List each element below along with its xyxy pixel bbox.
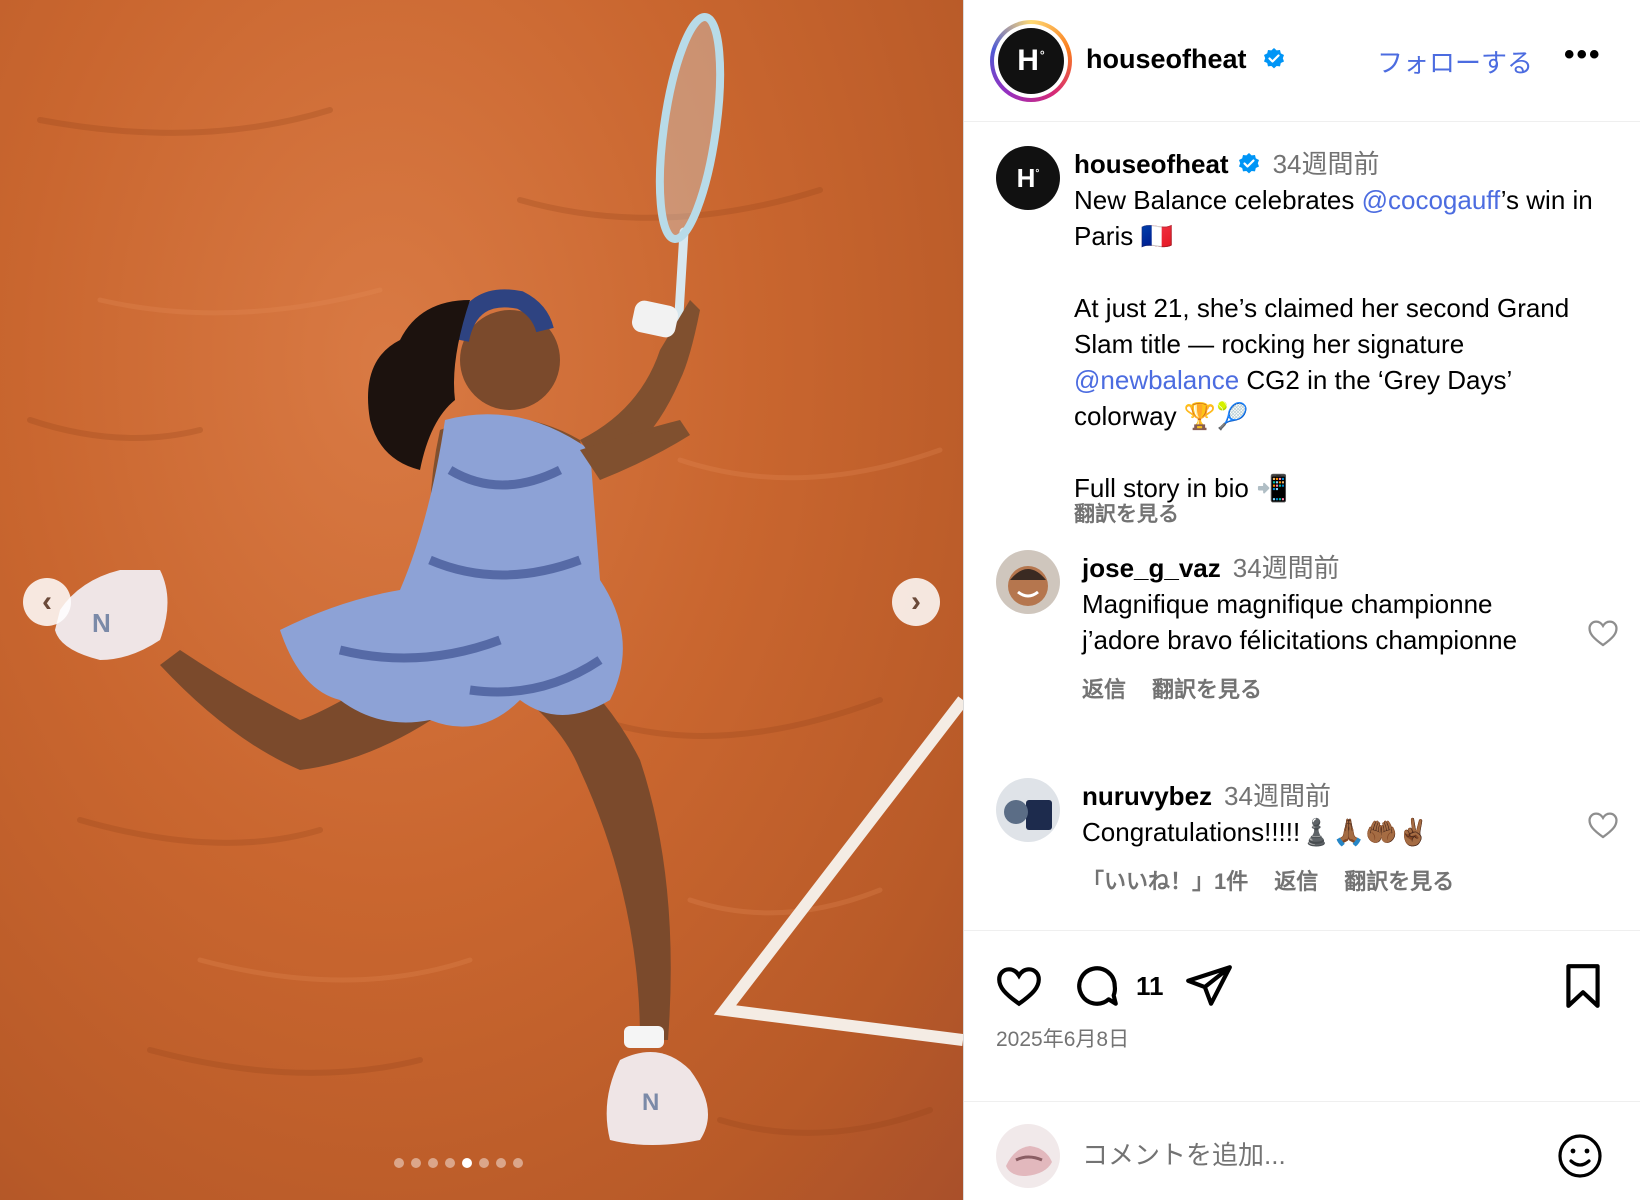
verified-icon <box>1264 48 1285 69</box>
post-actions: 11 2025年6月8日 <box>964 930 1640 1200</box>
svg-text:N: N <box>642 1089 659 1116</box>
svg-text:N: N <box>92 608 111 638</box>
comment-username[interactable]: nuruvybez <box>1082 781 1212 811</box>
caption-paragraph-3: Full story in bio 📲 <box>1074 473 1289 503</box>
carousel-indicator <box>394 1158 523 1168</box>
comment-time: 34週間前 <box>1232 553 1340 583</box>
racket <box>655 13 725 335</box>
carousel-dot <box>462 1158 472 1168</box>
post-header: H ° houseofheat フォローする ••• <box>964 0 1640 122</box>
bookmark-icon[interactable] <box>1558 961 1608 1011</box>
carousel-dot <box>428 1158 438 1168</box>
comments-scroll-area[interactable]: H ° houseofheat 34週間前 New Balance celebrat… <box>964 122 1640 930</box>
caption-see-translation[interactable]: 翻訳を見る <box>1074 502 1614 528</box>
houseofheat-logo: H ° <box>998 28 1064 94</box>
player: N N <box>55 289 708 1145</box>
post-date[interactable]: 2025年6月8日 <box>996 1023 1129 1053</box>
caption-time: 34週間前 <box>1272 149 1380 179</box>
carousel-prev-button[interactable]: ‹ <box>23 578 71 626</box>
caption-paragraph-2: At just 21, she’s claimed her second Gra… <box>1074 293 1570 431</box>
add-comment-row <box>964 1101 1640 1201</box>
carousel-dot <box>394 1158 404 1168</box>
chevron-left-icon: ‹ <box>42 585 52 618</box>
profile-avatar[interactable]: H ° <box>990 20 1072 102</box>
post-media[interactable]: N N ‹ › <box>0 0 963 1200</box>
follow-button[interactable]: フォローする <box>1377 43 1533 80</box>
comment-count: 11 <box>1136 971 1164 1001</box>
comment-username[interactable]: jose_g_vaz <box>1082 553 1221 583</box>
comment-time: 34週間前 <box>1224 781 1331 811</box>
comment-body: nuruvybez 34週間前 Congratulations!!!!!♟️🙏🏾🤲… <box>1082 778 1552 900</box>
share-icon[interactable] <box>1184 961 1234 1011</box>
carousel-dot <box>496 1158 506 1168</box>
reply-button[interactable]: 返信 <box>1274 869 1318 894</box>
commenter-avatar[interactable] <box>996 550 1060 614</box>
comment-text: Congratulations!!!!!♟️🙏🏾🤲🏾✌🏾 <box>1082 817 1430 847</box>
caption-avatar[interactable]: H ° <box>996 146 1060 210</box>
carousel-dot <box>513 1158 523 1168</box>
more-options-button[interactable]: ••• <box>1564 38 1602 72</box>
heart-icon[interactable] <box>1586 616 1620 650</box>
see-translation-button[interactable]: 翻訳を見る <box>1344 869 1454 894</box>
heart-icon[interactable] <box>994 961 1044 1011</box>
reply-button[interactable]: 返信 <box>1082 677 1126 702</box>
see-translation-button[interactable]: 翻訳を見る <box>1152 677 1262 702</box>
tennis-photo: N N <box>27 13 963 1145</box>
header-username[interactable]: houseofheat <box>1086 44 1286 75</box>
instagram-post: N N ‹ › H ° houseofheat フォローする ••• H ° h… <box>0 0 1640 1200</box>
comment-input[interactable] <box>1082 1140 1522 1171</box>
comment-body: jose_g_vaz 34週間前 Magnifique magnifique ch… <box>1082 550 1552 708</box>
caption-paragraph-1: New Balance celebrates @cocogauff’s win … <box>1074 185 1593 251</box>
comment-icon[interactable] <box>1072 961 1122 1011</box>
emoji-icon[interactable] <box>1556 1132 1604 1180</box>
post-side-panel: H ° houseofheat フォローする ••• H ° houseofhe… <box>963 0 1640 1200</box>
carousel-dot <box>479 1158 489 1168</box>
comment-text: Magnifique magnifique championne j’adore… <box>1082 589 1518 655</box>
current-user-avatar[interactable] <box>996 1124 1060 1188</box>
carousel-dot <box>411 1158 421 1168</box>
mention-newbalance[interactable]: @newbalance <box>1074 365 1239 395</box>
likes-count[interactable]: 「いいね！」1件 <box>1082 869 1248 894</box>
commenter-avatar[interactable] <box>996 778 1060 842</box>
caption-username[interactable]: houseofheat <box>1074 149 1229 179</box>
caption-text: houseofheat 34週間前 New Balance celebrates … <box>1074 146 1614 528</box>
verified-icon <box>1238 153 1259 174</box>
carousel-next-button[interactable]: › <box>892 578 940 626</box>
chevron-right-icon: › <box>911 585 921 618</box>
heart-icon[interactable] <box>1586 808 1620 842</box>
carousel-dot <box>445 1158 455 1168</box>
mention-cocogauff[interactable]: @cocogauff <box>1362 185 1501 215</box>
